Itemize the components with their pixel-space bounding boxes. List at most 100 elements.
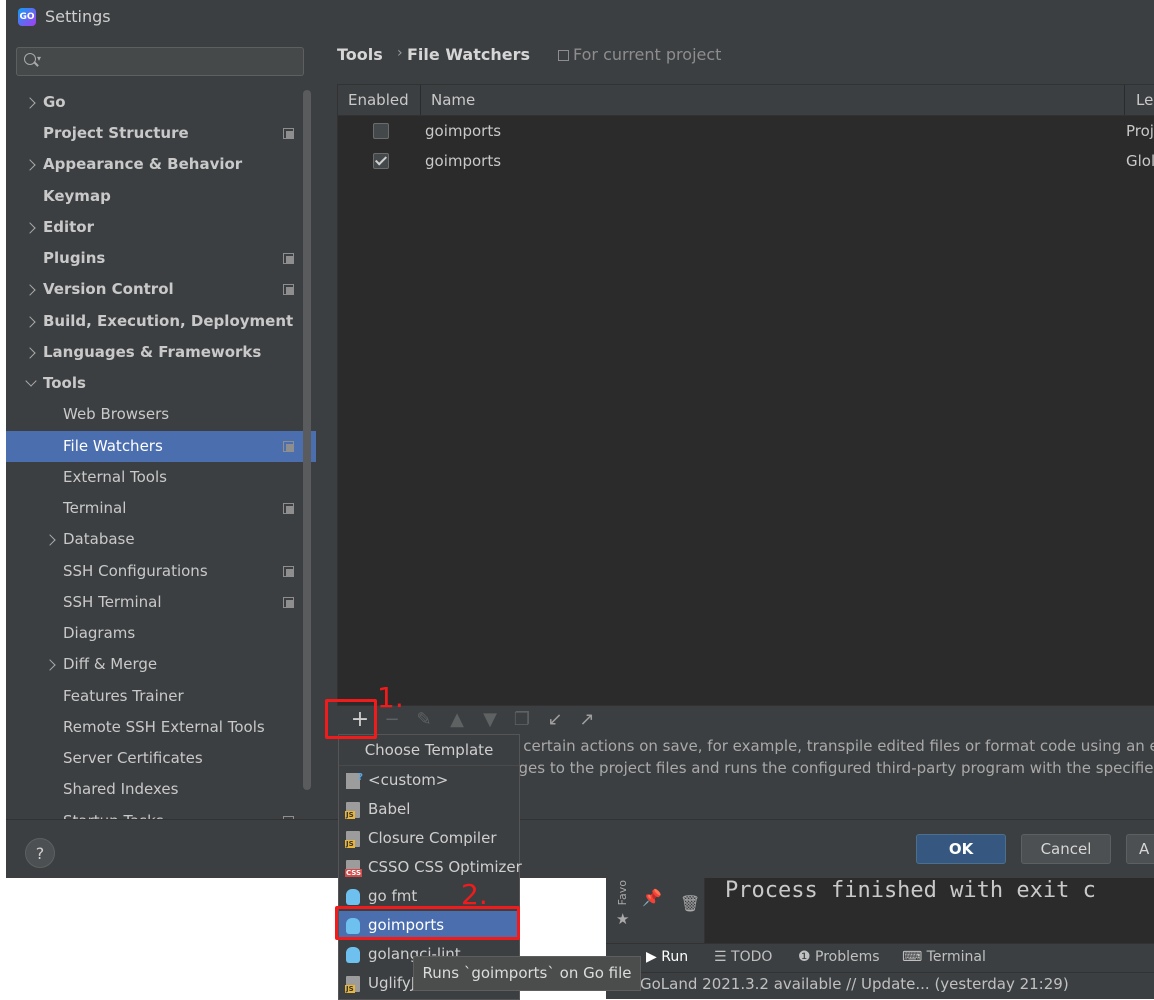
copy-icon[interactable]: ❐	[509, 706, 535, 732]
table-row[interactable]: goimports Glol	[338, 147, 1154, 177]
tab-problems[interactable]: ❶ Problems	[798, 949, 880, 965]
project-level-icon	[283, 566, 294, 577]
sidebar-item-keymap[interactable]: Keymap	[6, 181, 316, 212]
settings-search[interactable]: ▾	[16, 47, 304, 76]
trash-icon[interactable]: 🗑	[680, 894, 700, 913]
star-icon[interactable]: ★	[616, 910, 629, 928]
sidebar-item-database[interactable]: Database	[6, 524, 316, 555]
move-down-icon[interactable]: ▼	[477, 706, 503, 732]
chevron-right-icon[interactable]	[44, 534, 56, 546]
help-button[interactable]: ?	[25, 838, 55, 868]
sidebar-item-file-watchers[interactable]: File Watchers	[6, 431, 316, 462]
watcher-name: goimports	[425, 122, 502, 140]
sidebar-item-go[interactable]: Go	[6, 87, 316, 118]
sidebar-item-label: Plugins	[43, 249, 106, 267]
chevron-right-icon[interactable]	[24, 284, 36, 296]
column-divider[interactable]	[1124, 85, 1125, 115]
pin-icon[interactable]: 📌	[642, 888, 662, 907]
dialog-footer: ? OK Cancel A	[6, 819, 1154, 878]
search-options-chevron-icon[interactable]: ▾	[37, 54, 41, 63]
template-label: <custom>	[368, 771, 449, 789]
enabled-checkbox[interactable]	[373, 153, 389, 169]
ok-button[interactable]: OK	[916, 834, 1006, 864]
sidebar-item-label: File Watchers	[63, 437, 163, 455]
table-toolbar: + − ✎ ▲ ▼ ❐ ↙ ↗	[337, 702, 1154, 736]
column-header-enabled[interactable]: Enabled	[348, 85, 409, 115]
sidebar-item-label: Shared Indexes	[63, 780, 179, 798]
search-input[interactable]	[45, 50, 299, 72]
template-item[interactable]: Closure Compiler	[339, 824, 519, 853]
sidebar-item-tools[interactable]: Tools	[6, 368, 316, 399]
annotation-step-1: 1.	[377, 681, 404, 714]
chevron-right-icon[interactable]	[44, 659, 56, 671]
sidebar-item-project-structure[interactable]: Project Structure	[6, 118, 316, 149]
sidebar-item-label: Terminal	[63, 499, 127, 517]
import-icon[interactable]: ↙	[542, 706, 568, 732]
breadcrumb-parent[interactable]: Tools	[337, 45, 383, 64]
sidebar-item-languages[interactable]: Languages & Frameworks	[6, 337, 316, 368]
sidebar-item-server-certificates[interactable]: Server Certificates	[6, 743, 316, 774]
edit-pencil-icon[interactable]: ✎	[411, 706, 437, 732]
sidebar-item-version-control[interactable]: Version Control	[6, 274, 316, 305]
console-output: Process finished with exit c	[725, 878, 1096, 903]
sidebar-item-label: SSH Terminal	[63, 593, 162, 611]
sidebar-item-appearance[interactable]: Appearance & Behavior	[6, 149, 316, 180]
apply-button[interactable]: A	[1126, 834, 1154, 864]
chevron-right-icon[interactable]	[24, 316, 36, 328]
tab-terminal[interactable]: ⌨ Terminal	[902, 949, 986, 965]
template-label: Babel	[368, 800, 411, 818]
chevron-right-icon[interactable]	[24, 222, 36, 234]
sidebar-item-ssh-configurations[interactable]: SSH Configurations	[6, 556, 316, 587]
template-item[interactable]: CSSO CSS Optimizer	[339, 853, 522, 882]
template-item[interactable]: <custom>	[339, 763, 519, 795]
table-header: Enabled Name Le	[338, 85, 1154, 116]
chevron-right-icon[interactable]	[24, 97, 36, 109]
css-file-icon	[345, 860, 363, 877]
breadcrumb-separator: ›	[397, 45, 403, 61]
tab-label: Problems	[815, 949, 880, 965]
sidebar-item-external-tools[interactable]: External Tools	[6, 462, 316, 493]
column-header-name[interactable]: Name	[431, 85, 475, 115]
chevron-right-icon[interactable]	[24, 159, 36, 171]
cancel-button[interactable]: Cancel	[1021, 834, 1111, 864]
sidebar-item-diff-merge[interactable]: Diff & Merge	[6, 649, 316, 680]
column-header-level[interactable]: Le	[1136, 85, 1153, 115]
move-up-icon[interactable]: ▲	[444, 706, 470, 732]
sidebar-item-features-trainer[interactable]: Features Trainer	[6, 681, 316, 712]
template-item[interactable]: Babel	[339, 795, 519, 824]
sidebar-item-label: Keymap	[43, 187, 111, 205]
tab-todo[interactable]: ☰ TODO	[714, 949, 772, 965]
update-status[interactable]: GoLand 2021.3.2 available // Update... (…	[640, 975, 1069, 993]
sidebar-item-editor[interactable]: Editor	[6, 212, 316, 243]
chevron-down-icon[interactable]	[25, 375, 37, 387]
sidebar-item-label: Editor	[43, 218, 94, 236]
sidebar-item-web-browsers[interactable]: Web Browsers	[6, 399, 316, 430]
sidebar-item-remote-ssh-tools[interactable]: Remote SSH External Tools	[6, 712, 316, 743]
column-divider[interactable]	[420, 85, 421, 115]
sidebar-item-shared-indexes[interactable]: Shared Indexes	[6, 774, 316, 805]
sidebar-item-diagrams[interactable]: Diagrams	[6, 618, 316, 649]
watcher-level: Proj	[1126, 122, 1154, 140]
sidebar-item-label: Web Browsers	[63, 405, 170, 423]
sidebar-scrollbar[interactable]	[303, 90, 311, 790]
sidebar-item-terminal[interactable]: Terminal	[6, 493, 316, 524]
template-tooltip: Runs `goimports` on Go file	[413, 956, 641, 991]
sidebar-item-label: Startup Tasks	[63, 806, 164, 819]
table-row[interactable]: goimports Proj	[338, 117, 1154, 147]
search-icon	[24, 53, 36, 65]
sidebar-item-build-execution[interactable]: Build, Execution, Deployment	[6, 306, 316, 337]
sidebar-item-label: Build, Execution, Deployment	[43, 312, 294, 330]
sidebar-item-startup-tasks[interactable]: Startup Tasks	[6, 806, 316, 819]
export-icon[interactable]: ↗	[574, 706, 600, 732]
sidebar-item-ssh-terminal[interactable]: SSH Terminal	[6, 587, 316, 618]
go-gopher-icon	[346, 889, 360, 905]
sidebar-item-label: Project Structure	[43, 124, 189, 142]
favorites-tab-label[interactable]: Favo	[616, 880, 629, 905]
sidebar-item-plugins[interactable]: Plugins	[6, 243, 316, 274]
sidebar-item-label: Database	[63, 530, 135, 548]
enabled-checkbox[interactable]	[373, 123, 389, 139]
goland-app-icon: GO	[18, 8, 36, 26]
tab-run[interactable]: ▶ Run	[646, 949, 688, 965]
chevron-right-icon[interactable]	[24, 347, 36, 359]
js-file-icon	[345, 831, 360, 848]
